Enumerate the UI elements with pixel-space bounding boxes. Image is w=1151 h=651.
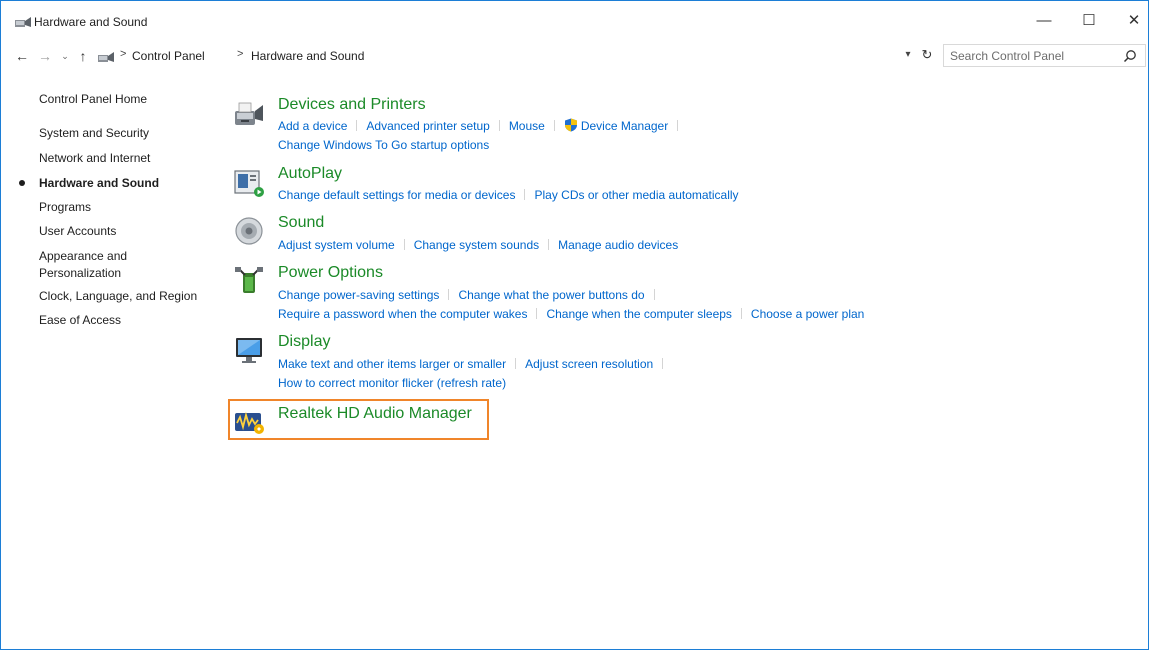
active-bullet-icon: [19, 180, 25, 186]
link-divider: [662, 358, 664, 369]
make-text-larger-link[interactable]: Make text and other items larger or smal…: [278, 357, 506, 371]
display-title[interactable]: Display: [278, 333, 330, 351]
add-a-device-link[interactable]: Add a device: [278, 119, 347, 133]
sidebar-item-clock-language-region[interactable]: Clock, Language, and Region: [39, 288, 197, 304]
link-divider: [448, 289, 450, 300]
power-options-icon: [235, 267, 263, 293]
title-bar: Hardware and Sound — ☐ ✕: [1, 1, 1148, 43]
breadcrumb-control-panel[interactable]: Control Panel: [132, 49, 205, 63]
search-input[interactable]: [950, 49, 1110, 63]
minimize-button[interactable]: —: [1034, 11, 1054, 31]
power-options-title[interactable]: Power Options: [278, 264, 383, 282]
sidebar-item-system-and-security[interactable]: System and Security: [39, 125, 149, 141]
advanced-printer-setup-link[interactable]: Advanced printer setup: [366, 119, 489, 133]
sidebar-item-hardware-and-sound[interactable]: Hardware and Sound: [39, 175, 159, 191]
link-divider: [515, 358, 517, 369]
sidebar-item-ease-of-access[interactable]: Ease of Access: [39, 312, 121, 328]
change-system-sounds-link[interactable]: Change system sounds: [414, 238, 539, 252]
devices-links-row: Add a device Advanced printer setup Mouse D…: [278, 118, 687, 134]
change-default-media-settings-link[interactable]: Change default settings for media or dev…: [278, 188, 515, 202]
sidebar-item-user-accounts[interactable]: User Accounts: [39, 223, 116, 239]
sound-speaker-icon: [235, 217, 263, 245]
mouse-link[interactable]: Mouse: [509, 119, 545, 133]
link-divider: [536, 308, 538, 319]
hardware-sound-icon: [15, 17, 31, 27]
change-sleep-time-link[interactable]: Change when the computer sleeps: [546, 307, 731, 321]
realtek-hd-audio-manager-title[interactable]: Realtek HD Audio Manager: [278, 405, 472, 423]
up-arrow-icon[interactable]: ↑: [75, 47, 91, 65]
link-divider: [677, 120, 679, 131]
address-dropdown-chevron-icon[interactable]: ▾: [901, 48, 915, 62]
window-title: Hardware and Sound: [34, 15, 148, 29]
back-arrow-icon[interactable]: ←: [14, 47, 30, 65]
display-monitor-icon: [236, 338, 262, 363]
adjust-system-volume-link[interactable]: Adjust system volume: [278, 238, 395, 252]
monitor-flicker-refresh-rate-link[interactable]: How to correct monitor flicker (refresh …: [278, 376, 506, 390]
forward-arrow-icon[interactable]: →: [37, 47, 53, 65]
link-divider: [524, 189, 526, 200]
play-cds-automatically-link[interactable]: Play CDs or other media automatically: [534, 188, 738, 202]
refresh-icon[interactable]: ↻: [919, 47, 935, 63]
link-divider: [356, 120, 358, 131]
require-password-on-wake-link[interactable]: Require a password when the computer wak…: [278, 307, 527, 321]
link-divider: [553, 120, 555, 131]
autoplay-links-row: Change default settings for media or dev…: [278, 187, 739, 203]
devices-and-printers-title[interactable]: Devices and Printers: [278, 96, 426, 114]
sound-links-row: Adjust system volume Change system sounds…: [278, 237, 678, 253]
link-divider: [653, 289, 655, 300]
control-panel-window: Hardware and Sound — ☐ ✕ ← → ⌄ ↑ > Contr…: [0, 0, 1149, 650]
maximize-button[interactable]: ☐: [1079, 11, 1099, 31]
manage-audio-devices-link[interactable]: Manage audio devices: [558, 238, 678, 252]
search-box[interactable]: [943, 44, 1146, 67]
autoplay-title[interactable]: AutoPlay: [278, 165, 342, 183]
link-divider: [548, 239, 550, 250]
sidebar-item-appearance-line2[interactable]: Personalization: [39, 265, 121, 281]
search-icon[interactable]: [1123, 49, 1137, 63]
display-links-row: Make text and other items larger or smal…: [278, 356, 672, 372]
display-links-row-2: How to correct monitor flicker (refresh …: [278, 375, 506, 391]
devices-links-row-2: Change Windows To Go startup options: [278, 137, 489, 153]
address-bar: ← → ⌄ ↑ > Control Panel > Hardware and S…: [1, 43, 1148, 69]
close-button[interactable]: ✕: [1124, 11, 1144, 31]
change-power-buttons-link[interactable]: Change what the power buttons do: [458, 288, 644, 302]
sidebar-item-programs[interactable]: Programs: [39, 199, 91, 215]
sidebar-item-appearance-line1[interactable]: Appearance and: [39, 248, 127, 264]
choose-power-plan-link[interactable]: Choose a power plan: [751, 307, 864, 321]
breadcrumb-hardware-and-sound[interactable]: Hardware and Sound: [251, 49, 364, 63]
sound-title[interactable]: Sound: [278, 214, 324, 232]
sidebar-item-control-panel-home[interactable]: Control Panel Home: [39, 91, 147, 107]
adjust-screen-resolution-link[interactable]: Adjust screen resolution: [525, 357, 653, 371]
hardware-sound-breadcrumb-icon: [98, 52, 114, 62]
breadcrumb-separator: >: [237, 48, 244, 60]
windows-to-go-startup-link[interactable]: Change Windows To Go startup options: [278, 138, 489, 152]
uac-shield-icon: [564, 118, 577, 132]
realtek-audio-manager-icon: [235, 411, 264, 434]
breadcrumb-separator: >: [120, 48, 127, 60]
sidebar-item-network-and-internet[interactable]: Network and Internet: [39, 150, 150, 166]
devices-and-printers-icon: [235, 102, 263, 125]
power-links-row-2: Require a password when the computer wak…: [278, 306, 864, 322]
link-divider: [740, 308, 742, 319]
link-divider: [403, 239, 405, 250]
link-divider: [498, 120, 500, 131]
device-manager-link[interactable]: Device Manager: [581, 119, 668, 133]
change-power-saving-settings-link[interactable]: Change power-saving settings: [278, 288, 439, 302]
power-links-row: Change power-saving settings Change what …: [278, 287, 664, 303]
recent-locations-chevron-icon[interactable]: ⌄: [59, 47, 71, 65]
autoplay-icon: [234, 170, 264, 197]
